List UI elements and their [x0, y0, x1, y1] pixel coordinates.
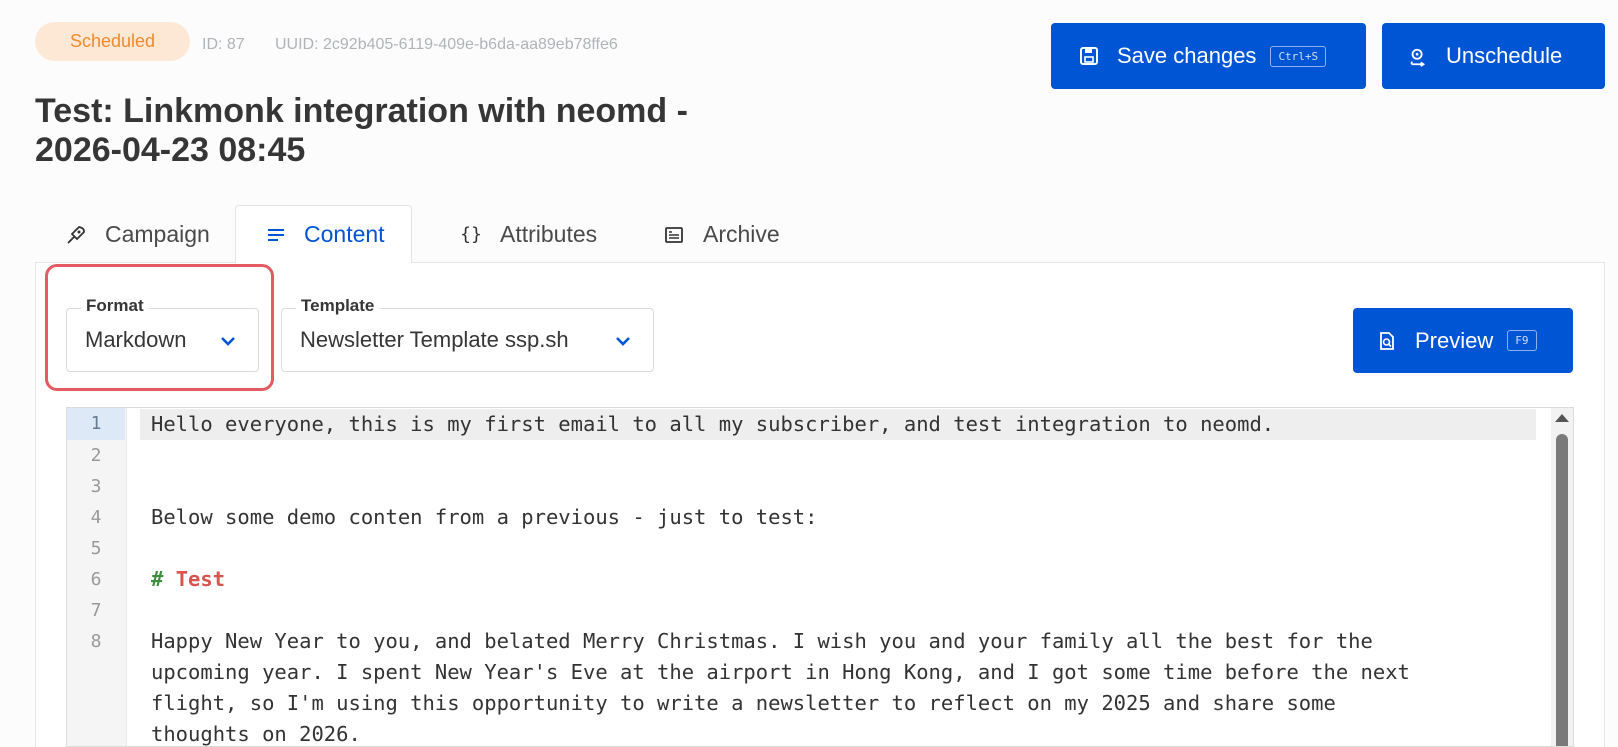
save-changes-button[interactable]: Save changes Ctrl+S: [1051, 23, 1366, 89]
page-title: Test: Linkmonk integration with neomd - …: [35, 92, 688, 169]
tab-attributes-label: Attributes: [500, 221, 598, 247]
save-shortcut-hint: Ctrl+S: [1270, 45, 1327, 67]
tab-archive[interactable]: Archive: [633, 205, 810, 264]
rocket-icon: [65, 224, 87, 246]
unschedule-button[interactable]: Unschedule: [1382, 23, 1605, 89]
line-number: 8: [90, 631, 102, 652]
preview-document-icon: [1377, 331, 1397, 351]
scroll-thumb[interactable]: [1556, 434, 1568, 746]
line-number: 3: [90, 476, 102, 497]
campaign-id: ID: 87: [202, 36, 245, 53]
format-highlight-box: [45, 264, 274, 391]
template-select[interactable]: Template Newsletter Template ssp.sh: [281, 296, 654, 372]
code-line: Below some demo conten from a previous -…: [151, 505, 818, 529]
code-line: Hello everyone, this is my first email t…: [151, 412, 1275, 436]
code-line-wrap: flight, so I'm using this opportunity to…: [151, 691, 1336, 715]
line-number: 4: [90, 507, 102, 528]
scroll-up-arrow-icon[interactable]: [1555, 414, 1569, 422]
tab-campaign-label: Campaign: [105, 221, 210, 247]
save-changes-label: Save changes: [1117, 43, 1257, 68]
tab-archive-label: Archive: [703, 221, 780, 247]
braces-icon: {}: [460, 224, 482, 245]
floppy-disk-icon: [1079, 46, 1099, 66]
line-number: 1: [67, 408, 125, 440]
code-line: Happy New Year to you, and belated Merry…: [151, 629, 1373, 653]
line-number: 5: [90, 538, 102, 559]
preview-button[interactable]: Preview F9: [1353, 308, 1573, 373]
code-line-heading: # Test: [151, 564, 225, 595]
tab-content[interactable]: Content: [235, 205, 412, 264]
tab-campaign[interactable]: Campaign: [35, 205, 240, 264]
template-label: Template: [296, 296, 380, 316]
editor-scrollbar[interactable]: [1551, 408, 1573, 746]
lines-icon: [266, 224, 286, 246]
preview-label: Preview: [1415, 327, 1494, 353]
line-number: 6: [90, 569, 102, 590]
archive-icon: [663, 224, 685, 246]
status-badge: Scheduled: [35, 22, 190, 61]
markdown-heading-text: Test: [175, 567, 226, 591]
markdown-editor[interactable]: 1 2 3 4 5 6 7 8 Hello everyone, this is …: [66, 407, 1574, 747]
line-number: 7: [90, 600, 102, 621]
tab-attributes[interactable]: {} Attributes: [430, 205, 627, 264]
code-line-wrap: thoughts on 2026.: [151, 722, 361, 746]
unschedule-icon: [1408, 46, 1428, 67]
campaign-uuid: UUID: 2c92b405-6119-409e-b6da-aa89eb78ff…: [275, 36, 618, 53]
code-line-wrap: upcoming year. I spent New Year's Eve at…: [151, 660, 1410, 684]
line-number: 2: [90, 445, 102, 466]
preview-shortcut-hint: F9: [1507, 330, 1537, 351]
line-number-gutter: 1 2 3 4 5 6 7 8: [67, 408, 127, 746]
unschedule-label: Unschedule: [1446, 43, 1563, 68]
tab-content-label: Content: [304, 221, 385, 247]
markdown-hash: #: [151, 567, 164, 591]
template-value: Newsletter Template ssp.sh: [300, 327, 569, 352]
campaign-tabs: Campaign Content {} Attributes Archive: [35, 205, 1605, 264]
chevron-down-icon: [613, 331, 633, 351]
